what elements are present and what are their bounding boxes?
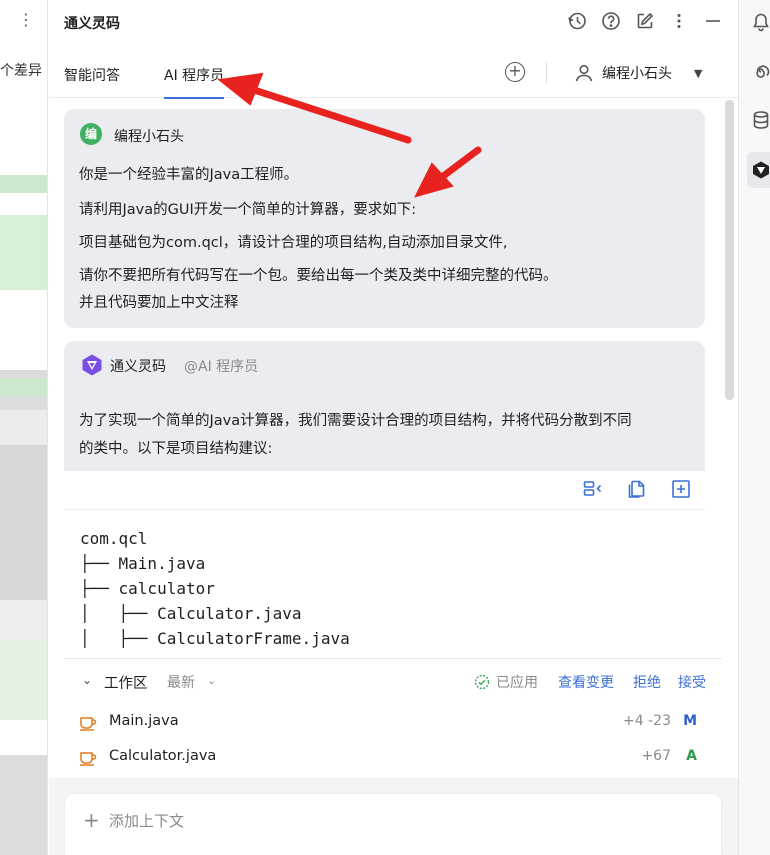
code-line: ├── Main.java — [80, 554, 206, 573]
accept-link[interactable]: 接受 — [678, 672, 706, 692]
message-author: 通义灵码 — [110, 359, 166, 375]
applied-status: 已应用 — [474, 672, 538, 692]
user-selector-name: 编程小石头 — [602, 66, 672, 82]
chat-scroll-area[interactable]: 编 编程小石头 你是一个经验丰富的Java工程师。 请利用Java的GUI开发一… — [49, 98, 721, 658]
user-message: 编 编程小石头 你是一个经验丰富的Java工程师。 请利用Java的GUI开发一… — [64, 109, 705, 328]
new-file-icon[interactable] — [671, 479, 691, 499]
right-tool-strip — [738, 0, 770, 855]
notifications-icon[interactable] — [751, 12, 770, 32]
message-line: 并且代码要加上中文注释 — [79, 295, 239, 311]
message-line: 请你不要把所有代码写在一个包。要给出每一个类及类中详细完整的代码。 — [79, 268, 558, 284]
agent-mention: @AI 程序员 — [184, 359, 259, 375]
file-status: A — [686, 748, 697, 764]
java-file-icon — [80, 752, 97, 766]
file-delta: +67 — [641, 748, 671, 764]
code-line: ├── calculator — [80, 579, 215, 598]
workspace-panel: ⌄ 工作区 最新 ⌄ 已应用 查看变更 拒绝 接受 Main.java +4 -… — [64, 658, 722, 778]
file-delta: +4 -23 — [623, 713, 671, 729]
chevron-down-icon[interactable]: ⌄ — [82, 673, 92, 687]
help-icon[interactable] — [600, 10, 622, 32]
edit-icon[interactable] — [634, 10, 656, 32]
plus-icon[interactable]: + — [83, 808, 100, 832]
mode-tabs: 智能问答 AI 程序员 + 编程小石头 ▼ — [49, 50, 738, 99]
tab-smart-qa[interactable]: 智能问答 — [64, 65, 120, 97]
message-author: 编程小石头 — [114, 129, 184, 145]
file-name: Main.java — [109, 713, 179, 729]
add-context-button[interactable]: 添加上下文 — [109, 810, 184, 831]
workspace-file-row[interactable]: Calculator.java +67 A — [79, 746, 709, 772]
spiral-icon[interactable] — [751, 62, 770, 82]
file-status: M — [683, 713, 697, 729]
panel-title: 通义灵码 — [64, 16, 120, 32]
tab-ai-programmer[interactable]: AI 程序员 — [164, 65, 225, 99]
user-selector[interactable]: 编程小石头 ▼ — [574, 63, 702, 83]
editor-gutter-strip: ⋮ 个差异 — [0, 0, 48, 855]
code-line: │ ├── Calculator.java — [80, 604, 302, 623]
tongyi-logo-icon — [82, 354, 102, 376]
minimize-icon[interactable] — [702, 10, 724, 32]
chat-input-box[interactable]: + 添加上下文 — [64, 793, 722, 855]
code-line: com.qcl — [80, 529, 148, 548]
insert-at-cursor-icon[interactable] — [583, 479, 603, 499]
check-circle-icon — [474, 674, 490, 690]
user-icon — [575, 64, 593, 82]
copy-icon[interactable] — [627, 479, 647, 499]
message-line: 的类中。以下是项目结构建议: — [79, 441, 273, 457]
avatar: 编 — [80, 123, 102, 145]
view-changes-link[interactable]: 查看变更 — [558, 672, 614, 692]
reject-link[interactable]: 拒绝 — [633, 672, 661, 692]
workspace-file-row[interactable]: Main.java +4 -23 M — [79, 711, 709, 737]
database-icon[interactable] — [751, 110, 770, 130]
divider — [64, 509, 705, 510]
diff-count-label: 个差异 — [0, 63, 42, 79]
new-chat-icon[interactable]: + — [505, 62, 525, 82]
message-line: 项目基础包为com.qcl，请设计合理的项目结构,自动添加目录文件, — [79, 235, 508, 251]
workspace-filter[interactable]: 最新 — [167, 672, 195, 692]
more-vertical-icon[interactable]: ⋮ — [18, 10, 34, 29]
message-line: 为了实现一个简单的Java计算器，我们需要设计合理的项目结构，并将代码分散到不同 — [79, 413, 632, 429]
divider — [546, 62, 547, 84]
chevron-down-icon[interactable]: ⌄ — [207, 674, 216, 687]
message-line: 请利用Java的GUI开发一个简单的计算器，要求如下: — [79, 202, 417, 218]
tongyi-lingma-icon[interactable] — [751, 160, 770, 180]
code-toolbar — [583, 479, 691, 499]
titlebar-actions — [566, 10, 724, 32]
more-icon[interactable] — [668, 10, 690, 32]
code-block: com.qcl ├── Main.java ├── calculator │ ├… — [64, 471, 705, 658]
applied-label: 已应用 — [496, 675, 538, 691]
message-line: 你是一个经验丰富的Java工程师。 — [79, 167, 299, 183]
file-name: Calculator.java — [109, 748, 217, 764]
chevron-down-icon: ▼ — [694, 66, 703, 80]
tongyi-lingma-panel: 通义灵码 智能问答 AI 程序员 + 编程小石头 ▼ 编 编程小石头 你是一个经… — [49, 0, 738, 855]
panel-titlebar: 通义灵码 — [49, 0, 738, 44]
java-file-icon — [80, 717, 97, 731]
chat-scrollbar[interactable] — [725, 100, 734, 400]
history-icon[interactable] — [566, 10, 588, 32]
code-line: │ ├── CalculatorFrame.java — [80, 629, 350, 648]
workspace-title[interactable]: 工作区 — [104, 672, 148, 693]
ai-message: 通义灵码 @AI 程序员 为了实现一个简单的Java计算器，我们需要设计合理的项… — [64, 341, 705, 658]
